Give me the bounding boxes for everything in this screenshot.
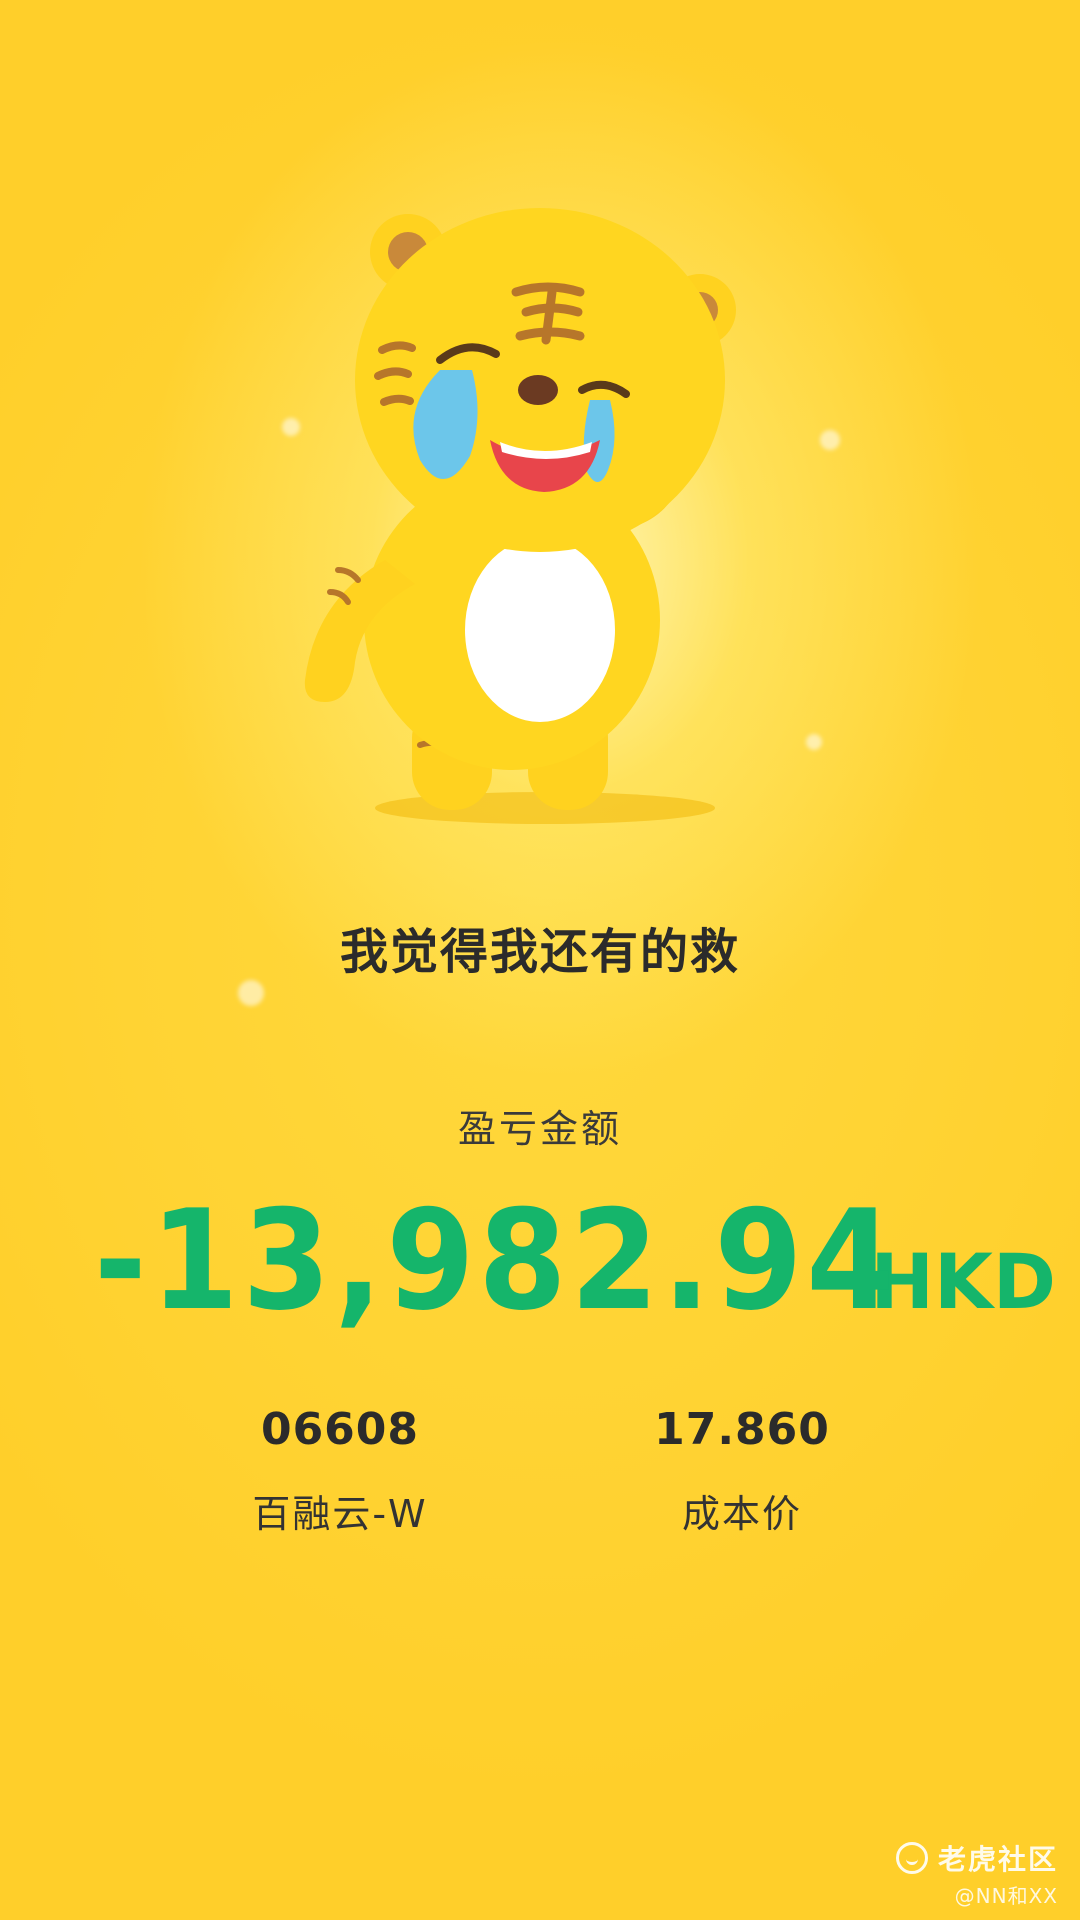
stock-info: 06608 百融云-W xyxy=(140,1404,540,1538)
cost-price-label: 成本价 xyxy=(681,1492,802,1536)
pnl-value: -13,982.94 xyxy=(94,1180,899,1341)
watermark: 老虎社区 xyxy=(895,1838,1058,1878)
cost-price-info: 17.860 成本价 xyxy=(542,1404,942,1538)
pnl-label: 盈亏金额 xyxy=(457,1107,622,1151)
pnl-amount: -13,982.94HKD xyxy=(0,1180,1080,1341)
stock-code: 06608 xyxy=(260,1404,420,1455)
sparkle-3 xyxy=(820,430,840,450)
stock-name: 百融云-W xyxy=(252,1492,428,1536)
cost-price-value: 17.860 xyxy=(654,1404,830,1455)
headline-message: 我觉得我还有的救 xyxy=(339,924,740,980)
watermark-handle: @NN和XX xyxy=(954,1884,1058,1908)
tiger-logo-icon xyxy=(895,1842,928,1874)
watermark-brand: 老虎社区 xyxy=(937,1843,1058,1876)
sparkle-1 xyxy=(238,980,264,1006)
tiger-mascot-icon xyxy=(304,208,736,824)
crying-tiger-mascot xyxy=(290,200,810,840)
